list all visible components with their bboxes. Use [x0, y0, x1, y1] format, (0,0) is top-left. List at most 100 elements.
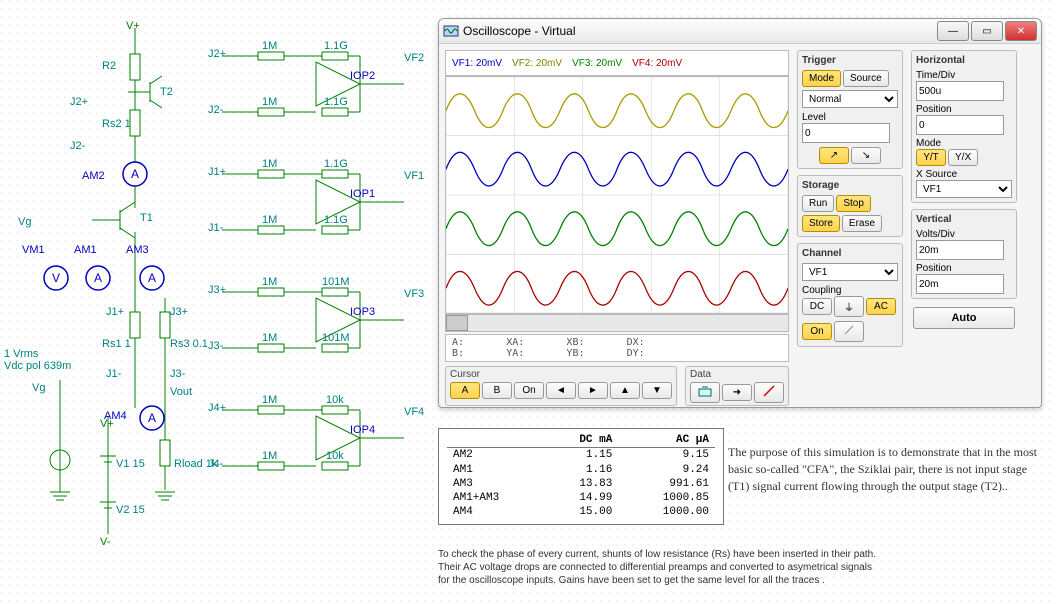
footnote-text: To check the phase of every current, shu… — [438, 548, 998, 587]
amp-lbl: VF1 — [404, 170, 424, 182]
amp-lbl: 1.1G — [324, 96, 348, 108]
minimize-button[interactable]: — — [937, 21, 969, 41]
amp-lbl: 1.1G — [324, 214, 348, 226]
channel-select[interactable]: VF1 — [802, 263, 898, 281]
amp-lbl: J1+ — [208, 166, 226, 178]
yt-button[interactable]: Y/T — [916, 149, 946, 166]
amp-lbl: 1M — [262, 394, 277, 406]
amp-lbl: J2+ — [208, 48, 226, 60]
data-clear-icon[interactable] — [754, 382, 784, 403]
label-j1p: J1+ — [106, 306, 124, 318]
amp-lbl: J3- — [208, 340, 223, 352]
time-scrollbar[interactable] — [445, 314, 789, 332]
label-j1m: J1- — [106, 368, 121, 380]
amp-lbl: IOP2 — [350, 70, 375, 82]
store-button[interactable]: Store — [802, 215, 840, 232]
amp-lbl: 1M — [262, 214, 277, 226]
voltsdiv-input[interactable] — [916, 240, 1004, 260]
data-arrow-icon[interactable]: ➜ — [722, 384, 752, 401]
amp-lbl: 1M — [262, 332, 277, 344]
schematic-svg: A V A A A — [0, 0, 430, 600]
label-rs2: Rs2 1 — [102, 118, 131, 130]
trigger-mode-select[interactable]: Normal — [802, 90, 898, 108]
label-vg: Vg — [18, 216, 31, 228]
label-vg2: Vg — [32, 382, 45, 394]
maximize-button[interactable]: ▭ — [971, 21, 1003, 41]
cursor-group: Cursor A B On ◄ ► ▲ ▼ — [445, 366, 677, 406]
waveform-plot[interactable] — [445, 76, 789, 314]
trigger-label: Trigger — [802, 55, 898, 66]
xsource-select[interactable]: VF1 — [916, 180, 1012, 198]
label-rs1: Rs1 1 — [102, 338, 131, 350]
label-v1: V1 15 — [116, 458, 145, 470]
data-export-icon[interactable] — [690, 382, 720, 403]
cursor-prev-button[interactable]: ◄ — [546, 382, 576, 399]
oscilloscope-icon — [443, 23, 459, 39]
ac-button[interactable]: AC — [866, 298, 896, 315]
titlebar[interactable]: Oscilloscope - Virtual — ▭ ✕ — [439, 19, 1041, 44]
run-button[interactable]: Run — [802, 195, 834, 212]
amp-lbl: 10k — [326, 394, 344, 406]
table-row: AM415.001000.00 — [447, 505, 715, 519]
coupling-label: Coupling — [802, 285, 898, 296]
trigger-falling-button[interactable]: ↘ — [851, 147, 881, 164]
label-j3p: J3+ — [170, 306, 188, 318]
cursor-on-button[interactable]: On — [514, 382, 544, 399]
hposition-input[interactable] — [916, 115, 1004, 135]
svg-text:A: A — [148, 271, 156, 285]
amp-lbl: 1M — [262, 158, 277, 170]
cursor-label: Cursor — [450, 369, 672, 380]
channel-label: Channel — [802, 248, 898, 259]
cursor-b-button[interactable]: B — [482, 382, 512, 399]
trigger-rising-button[interactable]: ↗ — [819, 147, 849, 164]
amp-lbl: J3+ — [208, 284, 226, 296]
legend-vf2: VF2: 20mV — [512, 58, 562, 69]
label-j3m: J3- — [170, 368, 185, 380]
channel-color-button[interactable] — [834, 321, 864, 342]
amp-lbl: 1.1G — [324, 158, 348, 170]
yx-button[interactable]: Y/X — [948, 149, 978, 166]
window-title: Oscilloscope - Virtual — [463, 24, 576, 38]
amp-lbl: VF4 — [404, 406, 424, 418]
legend-vf4: VF4: 20mV — [632, 58, 682, 69]
label-src: 1 Vrms Vdc pol 639m — [4, 348, 71, 372]
col-dc: DC mA — [544, 433, 619, 448]
cursor-down-button[interactable]: ▼ — [642, 382, 672, 399]
timediv-label: Time/Div — [916, 70, 1012, 81]
vposition-input[interactable] — [916, 274, 1004, 294]
dc-button[interactable]: DC — [802, 298, 832, 315]
trigger-mode-button[interactable]: Mode — [802, 70, 841, 87]
cursor-up-button[interactable]: ▲ — [610, 382, 640, 399]
table-row: AM11.169.24 — [447, 463, 715, 477]
measurement-table: DC mAAC µA AM21.159.15AM11.169.24AM313.8… — [438, 428, 724, 525]
amp-lbl: J1- — [208, 222, 223, 234]
label-t1: T1 — [140, 212, 153, 224]
erase-button[interactable]: Erase — [842, 215, 882, 232]
amp-lbl: VF3 — [404, 288, 424, 300]
trigger-section: Trigger Mode Source Normal Level ↗ ↘ — [797, 50, 903, 169]
data-group: Data ➜ — [685, 366, 789, 406]
stop-button[interactable]: Stop — [836, 195, 871, 212]
channel-on-button[interactable]: On — [802, 323, 832, 340]
gnd-button[interactable]: ⏚ — [834, 296, 864, 317]
label-am1: AM1 — [74, 244, 97, 256]
trigger-source-button[interactable]: Source — [843, 70, 889, 87]
cursor-a-button[interactable]: A — [450, 382, 480, 399]
auto-button[interactable]: Auto — [913, 307, 1015, 329]
label-am3: AM3 — [126, 244, 149, 256]
timediv-input[interactable] — [916, 81, 1004, 101]
oscilloscope-window: Oscilloscope - Virtual — ▭ ✕ VF1: 20mV V… — [438, 18, 1042, 408]
mode-label: Mode — [916, 138, 1012, 149]
horizontal-label: Horizontal — [916, 55, 1012, 66]
trigger-level-input[interactable] — [802, 123, 890, 143]
close-button[interactable]: ✕ — [1005, 21, 1037, 41]
amp-lbl: J4+ — [208, 402, 226, 414]
amp-lbl: 101M — [322, 332, 350, 344]
label-vminus: V- — [100, 536, 110, 548]
legend-vf3: VF3: 20mV — [572, 58, 622, 69]
svg-text:V: V — [52, 271, 60, 285]
vertical-label: Vertical — [916, 214, 1012, 225]
label-vplus: V+ — [126, 20, 140, 32]
label-vplus2: V+ — [100, 418, 114, 430]
cursor-next-button[interactable]: ► — [578, 382, 608, 399]
